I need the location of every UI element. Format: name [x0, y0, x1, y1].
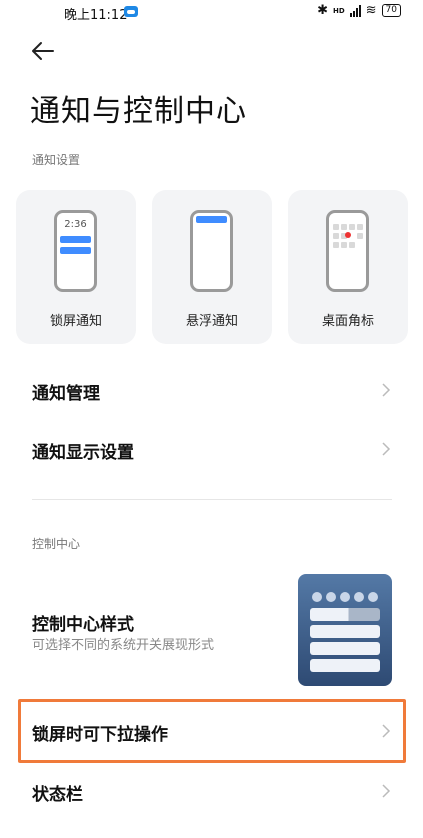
back-arrow-icon[interactable]: [30, 38, 56, 64]
list-item-notification-display-settings[interactable]: 通知显示设置: [32, 434, 392, 464]
cloud-notification-icon: [124, 6, 138, 17]
notification-style-cards: 2:36 锁屏通知 悬浮通知 桌面角标: [16, 190, 408, 344]
card-label: 桌面角标: [321, 314, 374, 329]
list-item-lockscreen-pulldown[interactable]: 锁屏时可下拉操作: [32, 716, 392, 746]
card-lockscreen-notification[interactable]: 2:36 锁屏通知: [16, 190, 136, 344]
bluetooth-icon: ✱: [317, 3, 328, 18]
list-item-title: 通知管理: [32, 384, 100, 404]
card-desktop-badge[interactable]: 桌面角标: [288, 190, 408, 344]
list-item-title: 通知显示设置: [32, 443, 134, 463]
chevron-right-icon: [382, 442, 391, 456]
list-item-control-center-style[interactable]: 控制中心样式: [32, 606, 282, 636]
control-center-preview-image[interactable]: [298, 574, 392, 686]
hd-indicator: HD: [332, 6, 345, 15]
section-label-control-center: 控制中心: [32, 537, 81, 551]
signal-icon: [349, 4, 361, 17]
lockscreen-preview-icon: 2:36: [54, 210, 97, 292]
wifi-icon: ≋: [365, 3, 377, 18]
chevron-right-icon: [382, 383, 391, 397]
preview-time: 2:36: [64, 219, 87, 230]
chevron-right-icon: [382, 784, 391, 798]
status-time: 晚上11:12: [64, 8, 128, 23]
section-label-notification-settings: 通知设置: [32, 153, 81, 167]
badge-preview-icon: [326, 210, 369, 292]
list-item-title: 控制中心样式: [32, 615, 134, 635]
card-label: 锁屏通知: [49, 314, 102, 329]
page-title: 通知与控制中心: [30, 94, 247, 129]
card-label: 悬浮通知: [185, 314, 238, 329]
battery-indicator: 70: [381, 4, 401, 17]
list-item-title: 状态栏: [32, 785, 83, 805]
list-item-title: 锁屏时可下拉操作: [32, 725, 168, 745]
list-item-status-bar[interactable]: 状态栏: [32, 776, 392, 806]
floating-preview-icon: [190, 210, 233, 292]
card-floating-notification[interactable]: 悬浮通知: [152, 190, 272, 344]
list-item-subtitle: 可选择不同的系统开关展现形式: [32, 638, 215, 653]
list-item-notification-management[interactable]: 通知管理: [32, 375, 392, 405]
status-bar: 晚上11:12 ✱ HD ≋ 70: [0, 0, 423, 26]
status-icons: ✱ HD ≋ 70: [317, 3, 401, 18]
chevron-right-icon: [382, 724, 391, 738]
divider: [32, 499, 392, 500]
